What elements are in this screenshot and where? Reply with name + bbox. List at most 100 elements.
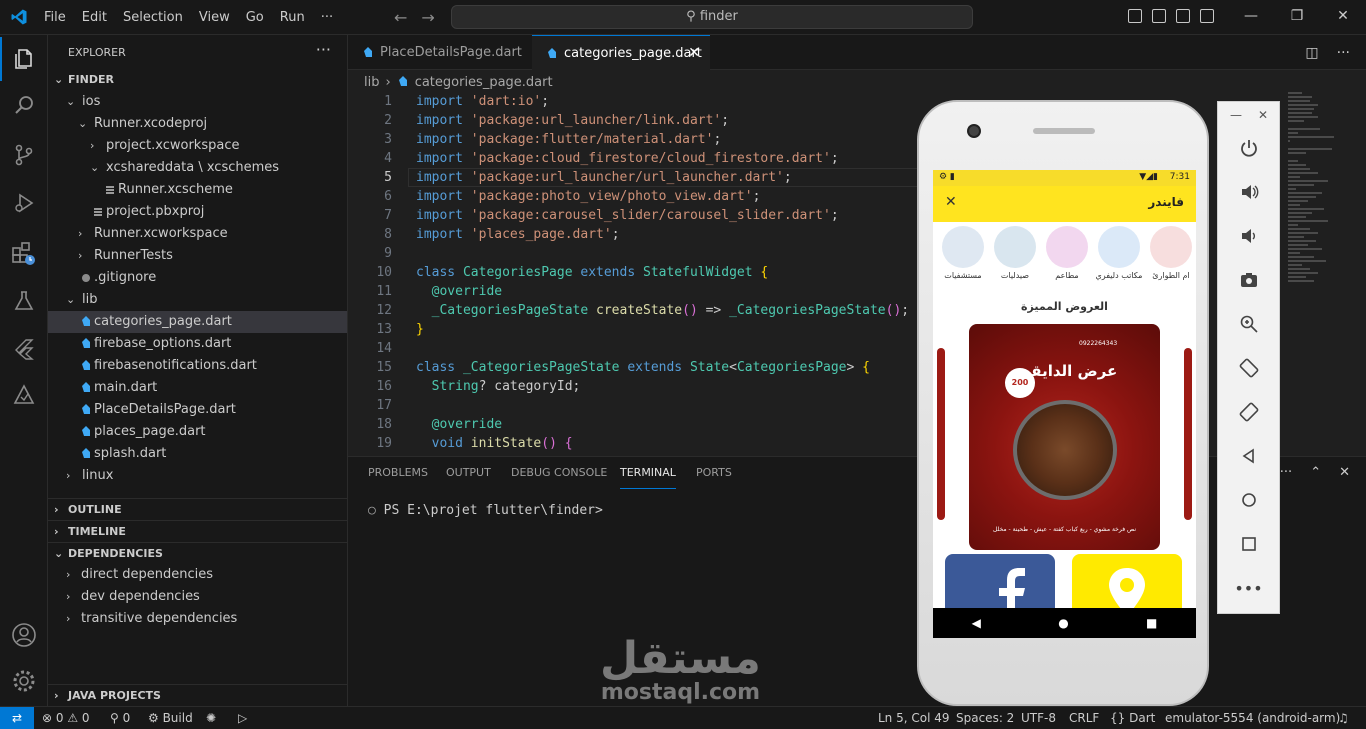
minimize-icon[interactable]: — bbox=[1228, 0, 1274, 35]
menu-item[interactable]: Go bbox=[238, 10, 272, 25]
breadcrumb-file[interactable]: categories_page.dart bbox=[415, 75, 553, 90]
tree-item[interactable]: › project.xcworkspace bbox=[48, 135, 347, 157]
testing-icon[interactable] bbox=[0, 279, 48, 323]
forward-arrow-icon[interactable]: → bbox=[421, 8, 434, 27]
tree-item[interactable]: ⌄ xcshareddata \ xcschemes bbox=[48, 157, 347, 179]
language-mode[interactable]: {} Dart bbox=[1110, 707, 1155, 729]
home-circle-icon[interactable]: ● bbox=[1058, 616, 1068, 630]
close-icon[interactable]: ✕ bbox=[945, 194, 957, 210]
tree-item[interactable]: › Runner.xcworkspace bbox=[48, 223, 347, 245]
offer-banner[interactable]: 0922264343 عرض الدايقين 200 نص فرخة مشوي… bbox=[969, 324, 1160, 550]
tree-item[interactable]: firebasenotifications.dart bbox=[48, 355, 347, 377]
settings-gear-icon[interactable] bbox=[0, 659, 48, 703]
close-panel-icon[interactable]: ✕ bbox=[1339, 465, 1350, 480]
more-actions-icon[interactable]: ··· bbox=[1337, 45, 1350, 61]
dependency-item[interactable]: › dev dependencies bbox=[48, 586, 347, 608]
menu-item[interactable]: Run bbox=[272, 10, 313, 25]
outline-section[interactable]: › OUTLINE bbox=[48, 498, 347, 520]
problems-status[interactable]: ⊗ 0 ⚠ 0 bbox=[42, 707, 90, 729]
tree-item[interactable]: .gitignore bbox=[48, 267, 347, 289]
carousel-next-item[interactable] bbox=[1184, 348, 1192, 520]
close-emulator-icon[interactable]: ✕ bbox=[1258, 108, 1268, 122]
back-triangle-icon[interactable] bbox=[1218, 444, 1279, 468]
code-line[interactable]: class CategoriesPage extends StatefulWid… bbox=[416, 263, 768, 282]
run-icon[interactable]: ▷ bbox=[238, 707, 247, 729]
home-circle-icon[interactable] bbox=[1218, 488, 1279, 512]
toggle-sidebar-icon[interactable] bbox=[1128, 9, 1142, 23]
ports-status[interactable]: ⚲ 0 bbox=[110, 707, 130, 729]
tree-item[interactable]: ⌄ lib bbox=[48, 289, 347, 311]
more-actions-icon[interactable]: ··· bbox=[1280, 465, 1292, 480]
build-status[interactable]: ⚙ Build bbox=[148, 707, 193, 729]
code-line[interactable]: import 'package:photo_view/photo_view.da… bbox=[416, 187, 760, 206]
panel-tab-problems[interactable]: PROBLEMS bbox=[368, 463, 428, 489]
maximize-panel-icon[interactable]: ⌃ bbox=[1310, 465, 1321, 480]
customize-layout-icon[interactable] bbox=[1200, 9, 1214, 23]
extensions-icon[interactable] bbox=[0, 231, 48, 275]
menu-item[interactable]: File bbox=[36, 10, 74, 25]
panel-tab-output[interactable]: OUTPUT bbox=[446, 463, 491, 489]
restore-icon[interactable]: ❐ bbox=[1274, 0, 1320, 35]
code-line[interactable]: import 'package:flutter/material.dart'; bbox=[416, 130, 721, 149]
tree-item[interactable]: Runner.xcscheme bbox=[48, 179, 347, 201]
minimize-emulator-icon[interactable]: — bbox=[1230, 108, 1242, 122]
code-line[interactable]: import 'package:carousel_slider/carousel… bbox=[416, 206, 839, 225]
explorer-icon[interactable] bbox=[0, 37, 48, 81]
category-item[interactable]: مستشفيات bbox=[939, 226, 987, 280]
zoom-icon[interactable] bbox=[1218, 312, 1279, 336]
encoding[interactable]: UTF-8 bbox=[1021, 707, 1056, 729]
timeline-section[interactable]: › TIMELINE bbox=[48, 520, 347, 542]
code-line[interactable]: @override bbox=[416, 415, 502, 434]
volume-down-icon[interactable] bbox=[1218, 224, 1279, 248]
toggle-panel-icon[interactable] bbox=[1152, 9, 1166, 23]
dart-devtools-icon[interactable] bbox=[0, 373, 48, 417]
more-actions-icon[interactable]: ··· bbox=[316, 40, 331, 59]
accounts-icon[interactable] bbox=[0, 613, 48, 657]
code-line[interactable]: void initState() { bbox=[416, 434, 573, 452]
command-center[interactable]: ⚲ finder bbox=[451, 5, 973, 29]
indentation[interactable]: Spaces: 2 bbox=[956, 707, 1014, 729]
tree-item[interactable]: main.dart bbox=[48, 377, 347, 399]
terminal-output[interactable]: ○ PS E:\projet flutter\finder> bbox=[368, 503, 603, 518]
rotate-right-icon[interactable] bbox=[1218, 400, 1279, 424]
dependency-item[interactable]: › transitive dependencies bbox=[48, 608, 347, 630]
tree-item[interactable]: › linux bbox=[48, 465, 347, 487]
menu-item[interactable]: Selection bbox=[115, 10, 191, 25]
tree-item[interactable]: ⌄ Runner.xcodeproj bbox=[48, 113, 347, 135]
search-icon[interactable] bbox=[0, 83, 48, 127]
workspace-root[interactable]: ⌄ FINDER bbox=[48, 69, 347, 91]
run-debug-icon[interactable] bbox=[0, 181, 48, 225]
code-line[interactable]: import 'package:url_launcher/url_launche… bbox=[416, 168, 792, 187]
java-projects-section[interactable]: › JAVA PROJECTS bbox=[48, 684, 347, 706]
panel-tab-terminal[interactable]: TERMINAL bbox=[620, 463, 676, 489]
split-editor-icon[interactable]: ◫ bbox=[1305, 45, 1318, 61]
category-item[interactable]: ام الطوارئ bbox=[1147, 226, 1195, 280]
toggle-secondary-sidebar-icon[interactable] bbox=[1176, 9, 1190, 23]
overview-square-icon[interactable] bbox=[1218, 532, 1279, 556]
device-selector[interactable]: emulator-5554 (android-arm) bbox=[1165, 707, 1340, 729]
code-line[interactable]: import 'package:cloud_firestore/cloud_fi… bbox=[416, 149, 839, 168]
category-item[interactable]: صيدليات bbox=[991, 226, 1039, 280]
close-window-icon[interactable]: ✕ bbox=[1320, 0, 1366, 35]
minimap[interactable] bbox=[1286, 92, 1352, 452]
code-editor[interactable]: 1 import 'dart:io'; 2 import 'package:url_l… bbox=[348, 92, 1366, 452]
tree-item[interactable]: splash.dart bbox=[48, 443, 347, 465]
code-line[interactable]: class _CategoriesPageState extends State… bbox=[416, 358, 870, 377]
source-control-icon[interactable] bbox=[0, 133, 48, 177]
back-arrow-icon[interactable]: ← bbox=[394, 8, 407, 27]
cursor-position[interactable]: Ln 5, Col 49 bbox=[878, 707, 950, 729]
menu-item[interactable]: ··· bbox=[313, 10, 341, 25]
tree-item[interactable]: firebase_options.dart bbox=[48, 333, 347, 355]
close-tab-icon[interactable]: ✕ bbox=[688, 36, 700, 71]
code-line[interactable]: import 'dart:io'; bbox=[416, 92, 549, 111]
line-ending[interactable]: CRLF bbox=[1069, 707, 1099, 729]
tree-item[interactable]: categories_page.dart bbox=[48, 311, 347, 333]
more-options-icon[interactable]: ••• bbox=[1218, 576, 1279, 600]
code-line[interactable]: @override bbox=[416, 282, 502, 301]
tab-placedetailspage[interactable]: PlaceDetailsPage.dart bbox=[348, 35, 530, 70]
phone-screen[interactable]: ⚙ ▮ ▼◢▮ 7:31 ✕ فايندر مستشفيات صيدليات مطا… bbox=[933, 170, 1196, 638]
tree-item[interactable]: ⌄ ios bbox=[48, 91, 347, 113]
code-line[interactable]: import 'package:url_launcher/link.dart'; bbox=[416, 111, 729, 130]
code-line[interactable]: String? categoryId; bbox=[416, 377, 581, 396]
debug-icon[interactable]: ✺ bbox=[206, 707, 216, 729]
